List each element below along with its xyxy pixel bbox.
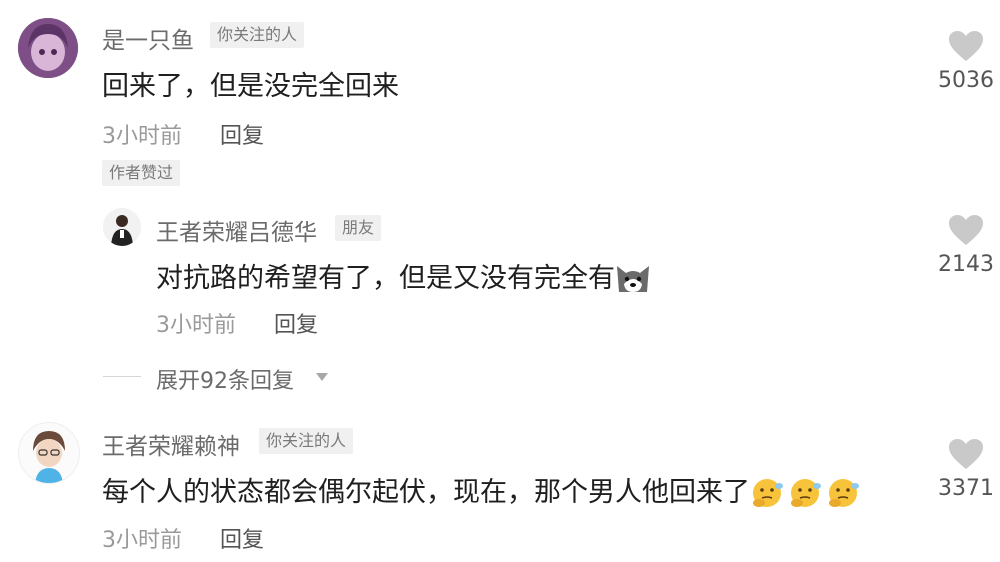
- comment-text: 回来了，但是没完全回来: [102, 71, 399, 102]
- like-count: 3371: [938, 476, 994, 501]
- like-count: 2143: [938, 252, 994, 277]
- thinking-face-emoji: [750, 476, 864, 511]
- reply-text: 对抗路的希望有了，但是又没有完全有: [156, 263, 615, 294]
- like-button[interactable]: 5036: [931, 30, 1000, 100]
- timestamp: 3小时前: [102, 528, 182, 553]
- comment-item: 王者荣耀赖神 你关注的人 每个人的状态都会偶尔起伏，现在，那个男人他回来了 3小…: [0, 410, 1000, 562]
- timestamp: 3小时前: [102, 124, 182, 149]
- reply-item: 王者荣耀吕德华 朋友 对抗路的希望有了，但是又没有完全有 3小时前 回复 214…: [0, 200, 1000, 350]
- comment-body: 每个人的状态都会偶尔起伏，现在，那个男人他回来了: [102, 477, 750, 508]
- username[interactable]: 王者荣耀吕德华: [156, 213, 317, 247]
- divider-line: [103, 376, 141, 377]
- expand-replies-button[interactable]: 展开92条回复: [103, 360, 343, 394]
- comment-item: 是一只鱼 你关注的人 回来了，但是没完全回来 3小时前 回复 作者赞过 5036: [0, 0, 1000, 200]
- friend-tag: 朋友: [335, 215, 382, 241]
- avatar[interactable]: [103, 208, 141, 246]
- expand-replies-label: 展开92条回复: [156, 369, 294, 394]
- like-button[interactable]: 2143: [931, 214, 1000, 284]
- like-button[interactable]: 3371: [931, 438, 1000, 508]
- reply-button[interactable]: 回复: [274, 307, 318, 339]
- avatar-image: [103, 208, 141, 246]
- comment-text: 每个人的状态都会偶尔起伏，现在，那个男人他回来了: [102, 470, 864, 511]
- follow-tag: 你关注的人: [210, 22, 305, 48]
- username[interactable]: 是一只鱼: [102, 21, 194, 55]
- author-liked-badge: 作者赞过: [102, 160, 181, 186]
- avatar-image: [19, 423, 79, 483]
- avatar-image: [18, 18, 78, 78]
- avatar[interactable]: [18, 422, 80, 484]
- caret-down-icon: [316, 373, 328, 381]
- timestamp: 3小时前: [156, 313, 236, 338]
- heart-icon: [949, 439, 983, 469]
- follow-tag: 你关注的人: [259, 428, 354, 454]
- heart-icon: [949, 215, 983, 245]
- username[interactable]: 王者荣耀赖神: [102, 427, 240, 461]
- avatar[interactable]: [18, 18, 78, 78]
- husky-dog-emoji: [615, 262, 651, 297]
- heart-icon: [949, 31, 983, 61]
- like-count: 5036: [938, 68, 994, 93]
- reply-button[interactable]: 回复: [220, 522, 264, 554]
- reply-button[interactable]: 回复: [220, 118, 264, 150]
- comment-text: 对抗路的希望有了，但是又没有完全有: [156, 256, 651, 297]
